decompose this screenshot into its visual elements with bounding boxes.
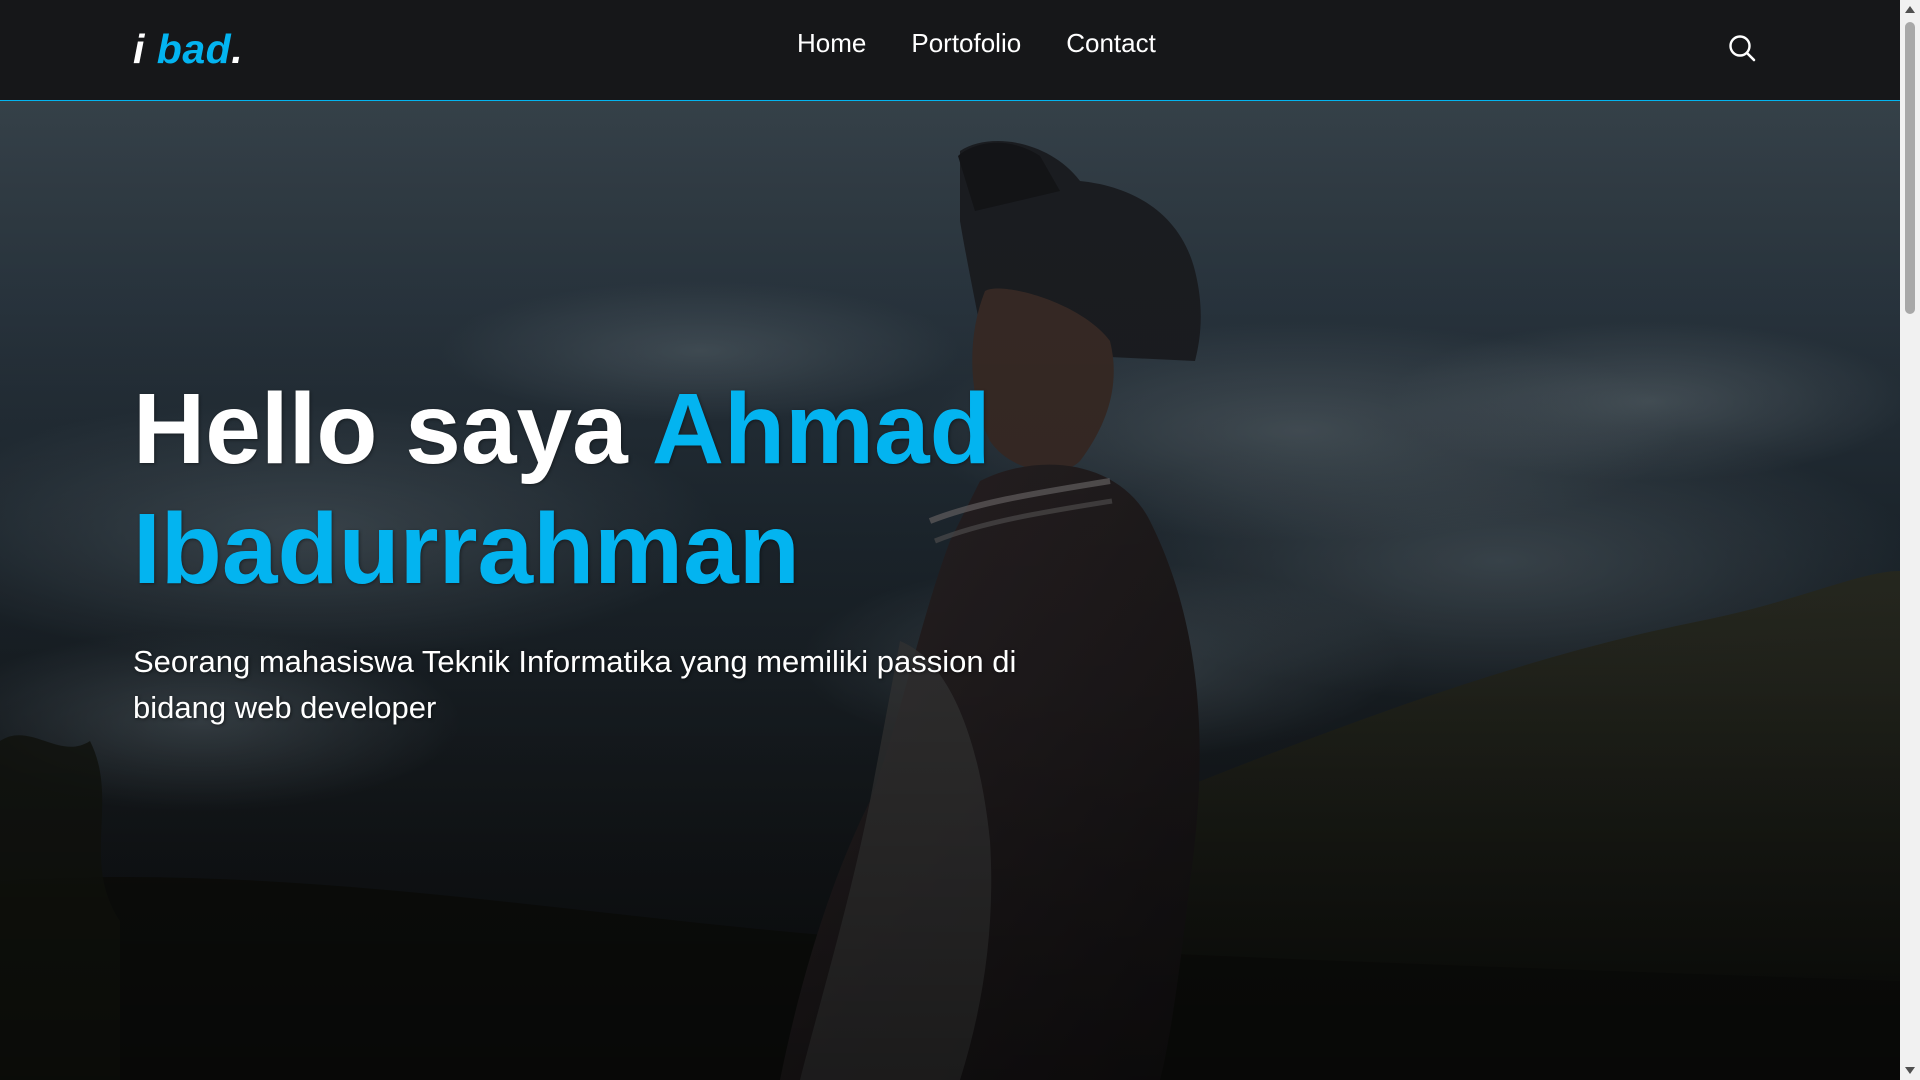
brand-accent: bad [156,26,232,72]
nav-link-home[interactable]: Home [797,28,866,59]
page: i bad. Home Portofolio Contact Hello say… [0,0,1920,1080]
brand-logo[interactable]: i bad. [133,26,243,73]
hero-content: Hello saya Ahmad Ibadurrahman Seorang ma… [133,369,1133,731]
brand-prefix: i [133,26,157,72]
navbar: i bad. Home Portofolio Contact [0,0,1900,101]
hero-subtitle: Seorang mahasiswa Teknik Informatika yan… [133,644,1017,725]
brand-suffix: . [231,26,244,72]
scroll-up-arrow-icon[interactable] [1900,0,1920,20]
hero-title: Hello saya Ahmad Ibadurrahman [133,369,1133,609]
scrollbar-thumb[interactable] [1905,22,1915,314]
search-icon[interactable] [1727,33,1757,63]
scroll-down-arrow-icon[interactable] [1900,1060,1920,1080]
nav-link-contact[interactable]: Contact [1066,28,1156,59]
hero-section: Hello saya Ahmad Ibadurrahman Seorang ma… [0,101,1900,1080]
nav-links: Home Portofolio Contact [797,28,1156,59]
hero-title-prefix: Hello saya [133,373,652,485]
vertical-scrollbar[interactable] [1900,0,1920,1080]
nav-link-portofolio[interactable]: Portofolio [911,28,1021,59]
